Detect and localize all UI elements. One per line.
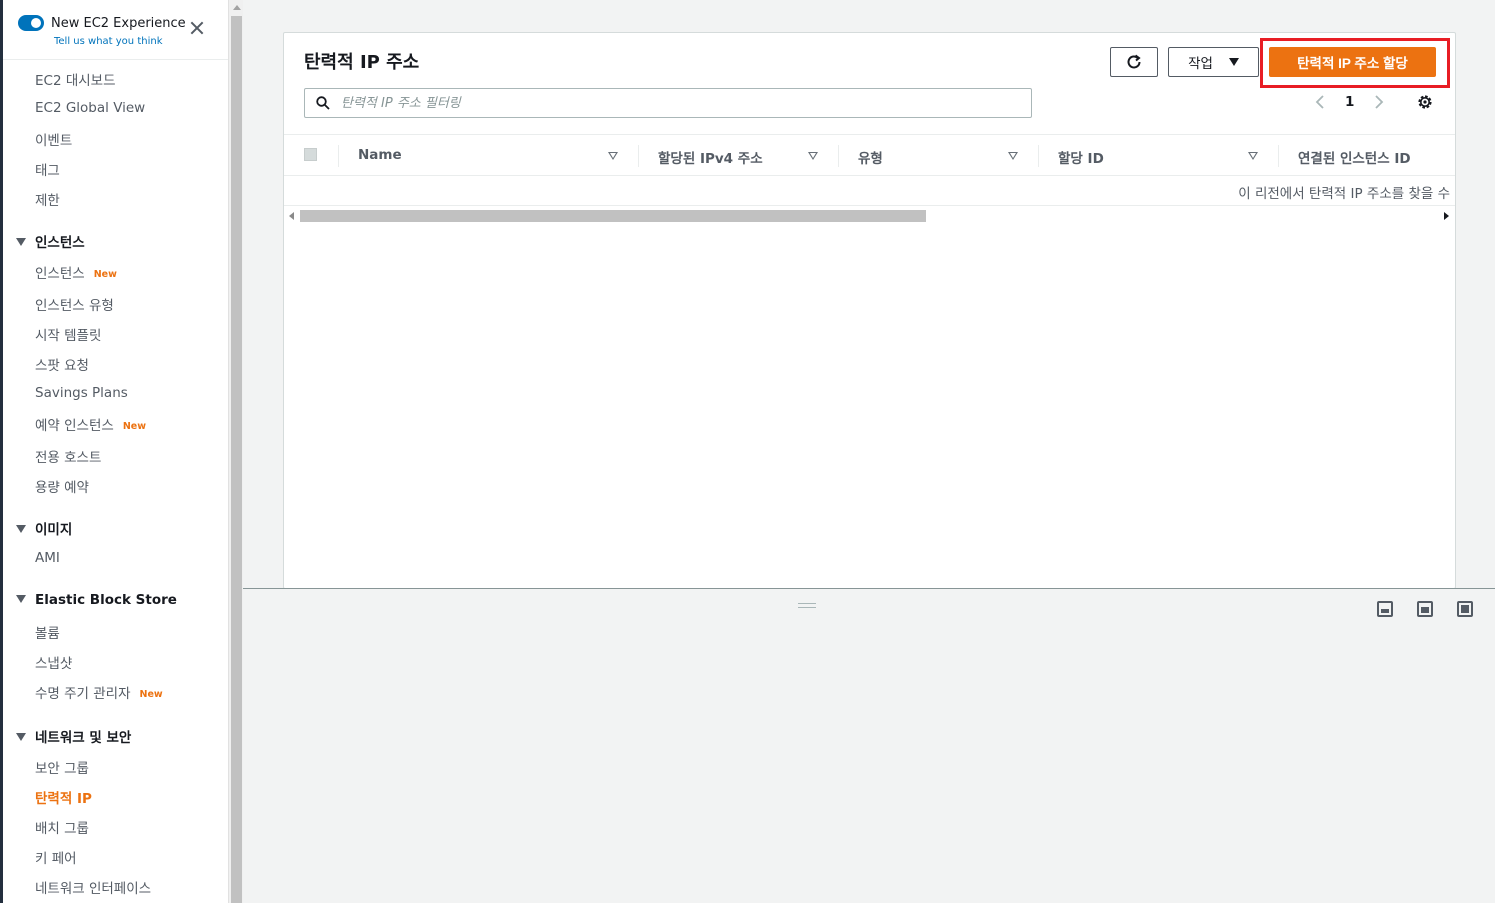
pagination: 1 — [1312, 91, 1384, 115]
new-badge: New — [93, 269, 117, 280]
filter-input[interactable] — [341, 93, 1021, 113]
sidebar-item-spot-requests[interactable]: 스팟 요청 — [35, 354, 89, 374]
sidebar-section-network-security[interactable]: 네트워크 및 보안 — [16, 726, 131, 746]
scroll-right-arrow-icon[interactable] — [1444, 212, 1449, 220]
page-title: 탄력적 IP 주소 — [304, 52, 420, 73]
sidebar-item-savings-plans[interactable]: Savings Plans — [35, 385, 128, 401]
sidebar-item-ec2-dashboard[interactable]: EC2 대시보드 — [35, 69, 116, 89]
icon-fill — [1421, 607, 1429, 613]
sidebar-item-label: 수명 주기 관리자 — [35, 686, 131, 702]
sidebar-item-events[interactable]: 이벤트 — [35, 129, 72, 149]
empty-table-row: 이 리전에서 탄력적 IP 주소를 찾을 수 — [284, 176, 1455, 206]
close-icon[interactable] — [188, 19, 206, 37]
search-icon — [316, 96, 330, 110]
actions-label: 작업 — [1188, 56, 1213, 71]
sidebar-item-label: 인스턴스 — [35, 266, 85, 282]
sidebar-item-elastic-ips[interactable]: 탄력적 IP — [35, 787, 92, 807]
sidebar-item-instance-types[interactable]: 인스턴스 유형 — [35, 294, 114, 314]
actions-dropdown-button[interactable]: 작업 — [1168, 47, 1259, 77]
sort-icon[interactable] — [1008, 152, 1018, 160]
new-badge: New — [139, 689, 163, 700]
sidebar: New EC2 Experience Tell us what you thin… — [3, 0, 228, 903]
new-experience-title: New EC2 Experience — [51, 16, 186, 31]
sort-icon[interactable] — [1248, 152, 1258, 160]
sidebar-item-label: 예약 인스턴스 — [35, 418, 114, 434]
column-divider — [338, 145, 339, 167]
column-header-instance-id[interactable]: 연결된 인스턴스 ID — [1298, 147, 1411, 167]
sidebar-item-volumes[interactable]: 볼륨 — [35, 622, 60, 642]
feedback-link[interactable]: Tell us what you think — [54, 36, 163, 47]
sidebar-section-images[interactable]: 이미지 — [16, 518, 72, 538]
caret-down-icon — [1228, 58, 1239, 66]
sidebar-item-placement-groups[interactable]: 배치 그룹 — [35, 817, 89, 837]
sort-icon[interactable] — [808, 152, 818, 160]
sidebar-item-security-groups[interactable]: 보안 그룹 — [35, 757, 89, 777]
refresh-icon — [1127, 54, 1141, 69]
split-full-icon[interactable] — [1457, 601, 1473, 617]
sidebar-item-limits[interactable]: 제한 — [35, 189, 60, 209]
scroll-left-arrow-icon[interactable] — [289, 212, 294, 220]
elastic-ip-panel: 탄력적 IP 주소 작업 탄력적 IP 주소 할당 1 Name 할당된 IPv… — [283, 32, 1456, 589]
caret-down-icon — [16, 733, 26, 741]
sidebar-item-reserved-instances[interactable]: 예약 인스턴스 New — [35, 414, 146, 434]
icon-fill — [1381, 609, 1389, 613]
gear-icon[interactable] — [1416, 93, 1434, 111]
sidebar-item-network-interfaces[interactable]: 네트워크 인터페이스 — [35, 877, 151, 897]
caret-down-icon — [16, 238, 26, 246]
sidebar-scrollbar-thumb[interactable] — [231, 16, 242, 903]
refresh-button[interactable] — [1110, 47, 1158, 77]
sidebar-item-launch-templates[interactable]: 시작 템플릿 — [35, 324, 101, 344]
new-badge: New — [122, 421, 146, 432]
sidebar-item-global-view[interactable]: EC2 Global View — [35, 100, 145, 116]
horizontal-scrollbar-thumb[interactable] — [300, 210, 926, 222]
column-divider[interactable] — [838, 145, 839, 167]
sidebar-item-instances[interactable]: 인스턴스 New — [35, 262, 117, 282]
sidebar-item-snapshots[interactable]: 스냅샷 — [35, 652, 72, 672]
scroll-up-arrow-icon[interactable] — [233, 5, 241, 10]
sidebar-item-dedicated-hosts[interactable]: 전용 호스트 — [35, 446, 101, 466]
sidebar-section-ebs[interactable]: Elastic Block Store — [16, 592, 177, 608]
sidebar-scrollbar[interactable] — [228, 0, 243, 903]
column-divider[interactable] — [638, 145, 639, 167]
section-title: Elastic Block Store — [35, 592, 177, 608]
table-header: Name 할당된 IPv4 주소 유형 할당 ID 연결된 인스턴스 ID — [284, 134, 1455, 176]
caret-down-icon — [16, 595, 26, 603]
split-bottom-icon[interactable] — [1377, 601, 1393, 617]
section-title: 인스턴스 — [35, 235, 85, 251]
column-divider[interactable] — [1278, 145, 1279, 167]
sidebar-item-lifecycle-manager[interactable]: 수명 주기 관리자 New — [35, 682, 163, 702]
sidebar-item-key-pairs[interactable]: 키 페어 — [35, 847, 77, 867]
select-all-checkbox[interactable] — [304, 148, 317, 161]
drag-handle-icon[interactable] — [798, 603, 816, 608]
split-half-icon[interactable] — [1417, 601, 1433, 617]
section-title: 네트워크 및 보안 — [35, 730, 132, 746]
chevron-right-icon[interactable] — [1374, 95, 1384, 109]
section-title: 이미지 — [35, 522, 73, 538]
column-header-allocation-id[interactable]: 할당 ID — [1058, 147, 1104, 167]
chevron-left-icon[interactable] — [1315, 95, 1325, 109]
column-header-ipv4[interactable]: 할당된 IPv4 주소 — [658, 147, 763, 167]
sidebar-section-instances[interactable]: 인스턴스 — [16, 231, 85, 251]
sidebar-item-tags[interactable]: 태그 — [35, 159, 60, 179]
allocate-elastic-ip-button[interactable]: 탄력적 IP 주소 할당 — [1269, 47, 1436, 77]
column-header-type[interactable]: 유형 — [858, 147, 883, 167]
sidebar-divider — [3, 59, 228, 60]
new-experience-toggle-row: New EC2 Experience Tell us what you thin… — [18, 13, 218, 53]
empty-state-message: 이 리전에서 탄력적 IP 주소를 찾을 수 — [1238, 186, 1450, 202]
column-divider[interactable] — [1038, 145, 1039, 167]
column-header-name[interactable]: Name — [358, 147, 402, 163]
sidebar-item-capacity-reservations[interactable]: 용량 예약 — [35, 476, 89, 496]
page-number[interactable]: 1 — [1345, 94, 1354, 110]
caret-down-icon — [16, 525, 26, 533]
sort-icon[interactable] — [608, 152, 618, 160]
filter-search-box[interactable] — [304, 88, 1032, 118]
sidebar-item-ami[interactable]: AMI — [35, 550, 60, 566]
details-split-pane — [243, 589, 1495, 903]
table-horizontal-scrollbar[interactable] — [284, 206, 1455, 223]
new-experience-toggle[interactable] — [18, 15, 44, 31]
icon-fill — [1461, 605, 1469, 613]
